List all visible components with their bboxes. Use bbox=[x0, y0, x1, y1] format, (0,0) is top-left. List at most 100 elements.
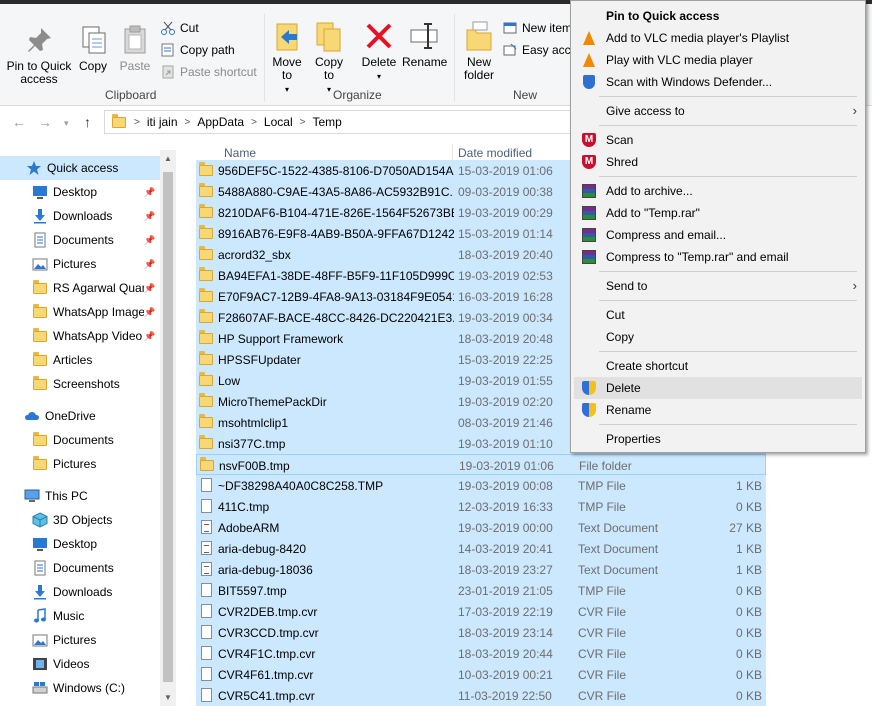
sidebar-item-downloads[interactable]: Downloads 📌 bbox=[0, 204, 160, 228]
sidebar-item-pc-pictures[interactable]: Pictures bbox=[0, 628, 160, 652]
menu-item-cut[interactable]: Cut bbox=[571, 304, 865, 326]
move-to-button[interactable]: Move to ▾ bbox=[270, 20, 304, 96]
sidebar-item-desktop[interactable]: Desktop 📌 bbox=[0, 180, 160, 204]
sidebar-item-quick-access[interactable]: Quick access bbox=[0, 156, 160, 180]
copy-button[interactable]: Copy bbox=[78, 24, 108, 73]
menu-separator bbox=[599, 271, 857, 272]
menu-item-copy[interactable]: Copy bbox=[571, 326, 865, 348]
sidebar-item-videos[interactable]: Videos bbox=[0, 652, 160, 676]
forward-arrow-icon[interactable]: → bbox=[38, 114, 52, 130]
pin-to-quick-access-button[interactable]: Pin to Quick access bbox=[4, 24, 74, 86]
star-icon bbox=[26, 160, 42, 176]
folder-icon bbox=[198, 267, 214, 283]
menu-item-scan-windows-defender[interactable]: Scan with Windows Defender... bbox=[571, 71, 865, 93]
breadcrumb-separator-icon: > bbox=[134, 116, 140, 128]
sidebar-item-rs-agarwal[interactable]: RS Agarwal Quan 📌 bbox=[0, 276, 160, 300]
pinned-icon: 📌 bbox=[144, 186, 156, 197]
cut-button[interactable]: Cut bbox=[160, 18, 199, 38]
pinned-icon: 📌 bbox=[144, 306, 156, 317]
sidebar-item-this-pc[interactable]: This PC bbox=[0, 484, 160, 508]
sidebar-item-pc-documents[interactable]: Documents bbox=[0, 556, 160, 580]
sidebar-item-pc-downloads[interactable]: Downloads bbox=[0, 580, 160, 604]
address-bar[interactable]: > iti jain > AppData > Local > Temp bbox=[104, 110, 584, 134]
table-row[interactable]: CVR2DEB.tmp.cvr 17-03-2019 22:19 CVR File 0… bbox=[196, 601, 766, 622]
sidebar-item-screenshots[interactable]: Screenshots bbox=[0, 372, 160, 396]
column-header-name[interactable]: Name bbox=[224, 146, 256, 160]
folder-icon bbox=[198, 288, 214, 304]
sidebar-item-whatsapp-image[interactable]: WhatsApp Image 📌 bbox=[0, 300, 160, 324]
table-row[interactable]: CVR4F1C.tmp.cvr 18-03-2019 20:44 CVR File 0… bbox=[196, 643, 766, 664]
folder-icon bbox=[32, 304, 48, 320]
text-document-icon bbox=[198, 561, 214, 577]
recent-chevron-icon[interactable]: ▾ bbox=[64, 118, 69, 129]
menu-item-play-with-vlc[interactable]: Play with VLC media player bbox=[571, 49, 865, 71]
easy-access-button[interactable]: Easy acce bbox=[502, 40, 577, 60]
menu-item-delete[interactable]: Delete bbox=[574, 377, 862, 399]
menu-item-compress-to-temp-rar-email[interactable]: Compress to "Temp.rar" and email bbox=[571, 246, 865, 268]
menu-item-add-to-archive[interactable]: Add to archive... bbox=[571, 180, 865, 202]
menu-item-pin-to-quick-access[interactable]: Pin to Quick access bbox=[571, 5, 865, 27]
menu-item-compress-and-email[interactable]: Compress and email... bbox=[571, 224, 865, 246]
submenu-arrow-icon: › bbox=[852, 278, 857, 293]
folder-icon bbox=[198, 372, 214, 388]
sidebar-scroll-thumb[interactable] bbox=[163, 172, 173, 682]
table-row[interactable]: ~DF38298A40A0C8C258.TMP 19-03-2019 00:08 T… bbox=[196, 475, 766, 496]
sidebar-item-music[interactable]: Music bbox=[0, 604, 160, 628]
table-row[interactable]: aria-debug-8420 14-03-2019 20:41 Text Docu… bbox=[196, 538, 766, 559]
table-row[interactable]: aria-debug-18036 18-03-2019 23:27 Text Doc… bbox=[196, 559, 766, 580]
table-row[interactable]: AdobeARM 19-03-2019 00:00 Text Document 27 … bbox=[196, 517, 766, 538]
folder-icon bbox=[198, 393, 214, 409]
table-row[interactable]: CVR4F61.tmp.cvr 10-03-2019 00:21 CVR File 0… bbox=[196, 664, 766, 685]
rename-button[interactable]: Rename bbox=[402, 20, 447, 69]
back-arrow-icon[interactable]: ← bbox=[12, 114, 26, 130]
menu-item-rename[interactable]: Rename bbox=[571, 399, 865, 421]
sidebar-scrollbar[interactable]: ▲ ▼ bbox=[160, 150, 176, 706]
breadcrumb-item[interactable]: iti jain bbox=[147, 115, 178, 129]
table-row[interactable]: CVR5C41.tmp.cvr 11-03-2019 22:50 CVR File 0… bbox=[196, 685, 766, 706]
sidebar-item-onedrive[interactable]: OneDrive bbox=[0, 404, 160, 428]
paste-shortcut-button[interactable]: Paste shortcut bbox=[160, 62, 257, 82]
menu-item-add-to-temp-rar[interactable]: Add to "Temp.rar" bbox=[571, 202, 865, 224]
cube-icon bbox=[32, 512, 48, 528]
table-row[interactable]: BIT5597.tmp 23-01-2019 21:05 TMP File 0 KB bbox=[196, 580, 766, 601]
new-folder-button[interactable]: New folder bbox=[458, 20, 500, 82]
file-icon bbox=[198, 687, 214, 703]
folder-icon bbox=[32, 352, 48, 368]
breadcrumb-item[interactable]: AppData bbox=[197, 115, 244, 129]
documents-icon bbox=[32, 560, 48, 576]
sidebar-item-3d-objects[interactable]: 3D Objects bbox=[0, 508, 160, 532]
table-row[interactable]: 411C.tmp 12-03-2019 16:33 TMP File 0 KB bbox=[196, 496, 766, 517]
menu-item-create-shortcut[interactable]: Create shortcut bbox=[571, 355, 865, 377]
sidebar-item-windows-c[interactable]: Windows (C:) bbox=[0, 676, 160, 700]
paste-button[interactable]: Paste bbox=[118, 24, 152, 73]
copy-path-button[interactable]: Copy path bbox=[160, 40, 235, 60]
folder-icon bbox=[198, 351, 214, 367]
table-row[interactable]: CVR3CCD.tmp.cvr 18-03-2019 23:14 CVR File 0… bbox=[196, 622, 766, 643]
table-row-focused[interactable]: nsvF00B.tmp 19-03-2019 01:06 File folder bbox=[196, 454, 766, 475]
sidebar-item-pictures[interactable]: Pictures 📌 bbox=[0, 252, 160, 276]
up-arrow-icon[interactable]: ↑ bbox=[84, 114, 91, 130]
sidebar-item-documents[interactable]: Documents 📌 bbox=[0, 228, 160, 252]
breadcrumb-item[interactable]: Local bbox=[264, 115, 293, 129]
sidebar-item-pc-desktop[interactable]: Desktop bbox=[0, 532, 160, 556]
menu-item-add-to-vlc-playlist[interactable]: Add to VLC media player's Playlist bbox=[571, 27, 865, 49]
new-item-button[interactable]: New item bbox=[502, 18, 572, 38]
column-header-date[interactable]: Date modified bbox=[458, 146, 532, 160]
menu-item-scan[interactable]: M Scan bbox=[571, 129, 865, 151]
menu-item-shred[interactable]: M Shred bbox=[571, 151, 865, 173]
menu-item-send-to[interactable]: Send to › bbox=[571, 275, 865, 297]
copy-to-button[interactable]: Copy to ▾ bbox=[312, 20, 346, 96]
menu-item-properties[interactable]: Properties bbox=[571, 428, 865, 450]
delete-button[interactable]: Delete ▾ bbox=[360, 20, 398, 83]
sidebar-item-whatsapp-video[interactable]: WhatsApp Video 📌 bbox=[0, 324, 160, 348]
folder-icon bbox=[198, 330, 214, 346]
sidebar-item-articles[interactable]: Articles bbox=[0, 348, 160, 372]
sidebar-item-onedrive-documents[interactable]: Documents bbox=[0, 428, 160, 452]
sidebar-item-onedrive-pictures[interactable]: Pictures bbox=[0, 452, 160, 476]
new-folder-icon bbox=[463, 20, 495, 52]
breadcrumb-item[interactable]: Temp bbox=[312, 115, 341, 129]
scroll-down-icon[interactable]: ▼ bbox=[164, 693, 172, 702]
menu-item-give-access-to[interactable]: Give access to › bbox=[571, 100, 865, 122]
menu-separator bbox=[599, 125, 857, 126]
scroll-up-icon[interactable]: ▲ bbox=[164, 154, 172, 163]
